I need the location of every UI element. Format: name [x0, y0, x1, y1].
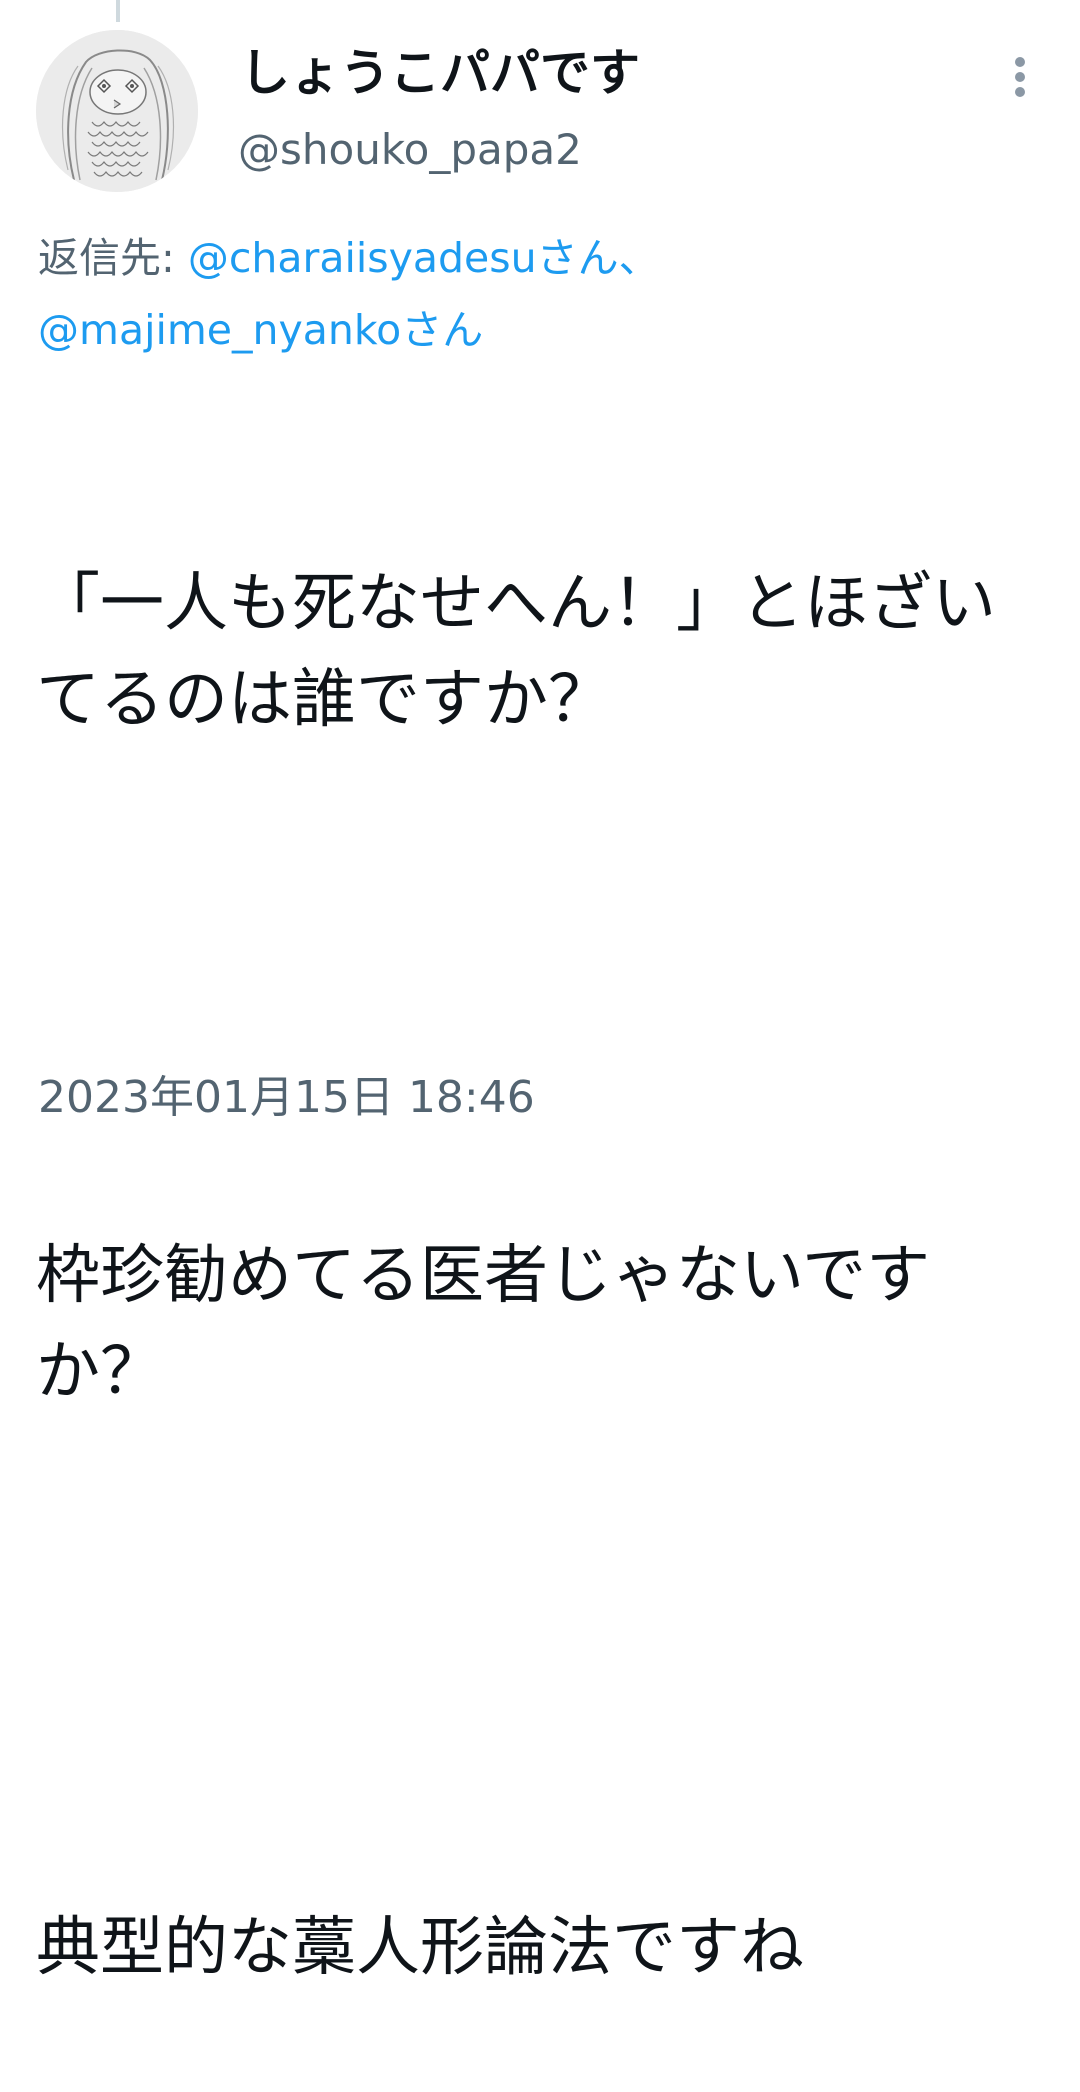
author-handle[interactable]: @shouko_papa2	[238, 120, 582, 180]
more-options-icon[interactable]	[1000, 52, 1040, 102]
author-display-name[interactable]: しょうこパパです	[240, 38, 640, 108]
reply-mention-separator: 、	[618, 234, 660, 282]
reply-mention-majime-nyanko[interactable]: @majime_nyankoさん	[38, 306, 483, 354]
reply-to-prefix: 返信先:	[38, 234, 188, 282]
avatar[interactable]	[36, 30, 198, 192]
avatar-drawing	[36, 30, 198, 192]
reply-mention-charaiisyadesu[interactable]: @charaiisyadesuさん	[188, 234, 619, 282]
tweet-paragraph-3: 典型的な藁人形論法ですね	[36, 1911, 804, 1985]
tweet-paragraph-1: 「一人も死なせへん！」とほざいてるのは誰ですか？	[36, 567, 996, 737]
tweet-paragraph-2: 枠珍勧めてる医者じゃないですか？	[36, 1239, 931, 1409]
tweet-timestamp[interactable]: 2023年01月15日 18:46	[38, 1066, 535, 1130]
reply-to-line: 返信先: @charaiisyadesuさん、 @majime_nyankoさん	[38, 222, 1048, 366]
thread-connector-line	[116, 0, 120, 22]
tweet-text: 「一人も死なせへん！」とほざいてるのは誰ですか？ 枠珍勧めてる医者じゃないですか…	[36, 364, 1051, 2092]
